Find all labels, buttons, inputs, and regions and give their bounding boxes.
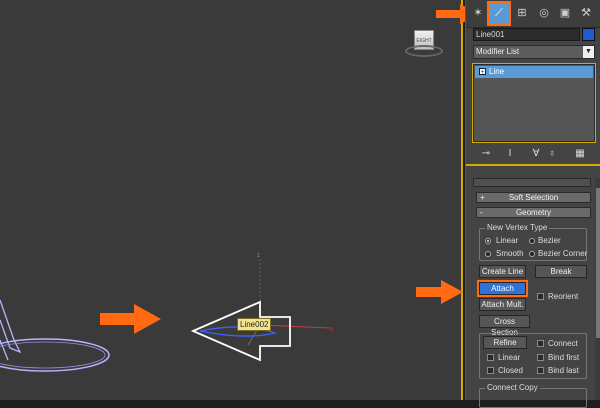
radio-smooth[interactable] — [485, 251, 491, 257]
command-panel: ✶ ⟋ ⊞ ◎ ▣ ⚒ Line001 Modifier List ▼ + Lin… — [465, 0, 600, 408]
linear-checkbox[interactable] — [487, 354, 494, 361]
make-unique-icon[interactable]: ∀ — [529, 147, 543, 161]
panel-divider — [466, 164, 600, 166]
radio-bezier-corner-label: Bezier Corner — [538, 249, 588, 258]
radio-linear-label: Linear — [496, 236, 519, 245]
modifier-list-label: Modifier List — [476, 47, 520, 56]
bind-last-checkbox[interactable] — [537, 367, 544, 374]
reorient-checkbox[interactable] — [537, 293, 544, 300]
motion-tab-icon[interactable]: ◎ — [534, 3, 554, 24]
attach-button[interactable]: Attach — [477, 280, 528, 297]
viewcube-face-label: EIGHT — [416, 38, 432, 44]
annotation-arrow-viewport — [100, 304, 161, 334]
command-panel-tabs: ✶ ⟋ ⊞ ◎ ▣ ⚒ — [466, 0, 600, 28]
object-color-swatch[interactable] — [582, 28, 595, 41]
cross-section-button[interactable]: Cross Section — [479, 315, 530, 337]
show-end-result-icon[interactable]: Ι — [503, 147, 517, 161]
new-vertex-type-title: New Vertex Type — [485, 223, 550, 232]
viewport-perspective[interactable]: z x Line002 EIGHT — [0, 0, 480, 400]
bind-first-checkbox[interactable] — [537, 354, 544, 361]
scrollbar-thumb[interactable] — [596, 188, 600, 338]
expand-icon[interactable]: + — [479, 68, 486, 76]
geometry-label: Geometry — [515, 208, 552, 217]
geometry-rollout[interactable]: - Geometry — [476, 207, 591, 218]
scene-object-left[interactable] — [0, 299, 110, 372]
modifier-stack-item-line[interactable]: + Line — [475, 66, 593, 78]
shape-name-tooltip: Line002 — [237, 318, 272, 331]
modify-tab-icon[interactable]: ⟋ — [487, 1, 511, 26]
rollout-collapse-icon: - — [480, 208, 483, 217]
hierarchy-tab-icon[interactable]: ⊞ — [512, 3, 532, 24]
bind-first-label: Bind first — [548, 353, 580, 362]
display-tab-icon[interactable]: ▣ — [555, 3, 575, 24]
connect-label: Connect — [548, 339, 578, 348]
viewcube-compass-ring[interactable] — [405, 45, 443, 57]
linear-label: Linear — [498, 353, 521, 362]
viewcube[interactable]: EIGHT — [405, 26, 443, 60]
radio-linear[interactable] — [485, 238, 491, 244]
radio-smooth-label: Smooth — [496, 249, 524, 258]
closed-label: Closed — [498, 366, 523, 375]
refine-button[interactable]: Refine — [483, 336, 527, 349]
rollout-scroll-header — [473, 178, 591, 187]
soft-selection-rollout[interactable]: + Soft Selection — [476, 192, 591, 203]
create-line-button[interactable]: Create Line — [479, 265, 526, 278]
app-root: z x Line002 EIGHT ✶ ⟋ ⊞ ◎ ▣ ⚒ Line001 Mo… — [0, 0, 600, 408]
radio-bezier[interactable] — [529, 238, 535, 244]
closed-checkbox[interactable] — [487, 367, 494, 374]
modifier-stack-toolbar: ⊸ Ι ∀ ♁ ▦ — [473, 147, 595, 161]
axis-x-label: x — [330, 327, 333, 333]
attach-mult-button[interactable]: Attach Mult. — [479, 298, 526, 311]
utilities-tab-icon[interactable]: ⚒ — [576, 3, 596, 24]
viewport-scene: z x — [0, 253, 333, 372]
bind-last-label: Bind last — [548, 366, 579, 375]
remove-modifier-icon[interactable]: ♁ — [545, 147, 559, 161]
rollout-expand-icon: + — [480, 193, 485, 202]
soft-selection-label: Soft Selection — [508, 193, 559, 202]
axis-z-label: z — [257, 253, 260, 259]
modifier-list-dropdown[interactable]: Modifier List ▼ — [473, 45, 595, 59]
modifier-stack: + Line — [472, 63, 596, 143]
command-panel-scrollbar[interactable] — [595, 178, 600, 400]
connect-checkbox[interactable] — [537, 340, 544, 347]
connect-copy-group: Connect Copy — [479, 383, 587, 408]
pin-stack-icon[interactable]: ⊸ — [479, 147, 493, 161]
shape-line002-arrow[interactable] — [190, 300, 291, 362]
annotation-arrow-attach — [416, 280, 463, 304]
connect-copy-title: Connect Copy — [485, 383, 540, 392]
radio-bezier-label: Bezier — [538, 236, 561, 245]
configure-modifier-sets-icon[interactable]: ▦ — [573, 147, 587, 161]
radio-bezier-corner[interactable] — [529, 251, 535, 257]
chevron-down-icon[interactable]: ▼ — [583, 46, 594, 58]
break-button[interactable]: Break — [535, 265, 587, 278]
create-tab-icon[interactable]: ✶ — [468, 3, 488, 24]
reorient-label: Reorient — [548, 292, 579, 301]
modifier-stack-item-label: Line — [489, 67, 505, 76]
object-name-field[interactable]: Line001 — [473, 28, 580, 41]
